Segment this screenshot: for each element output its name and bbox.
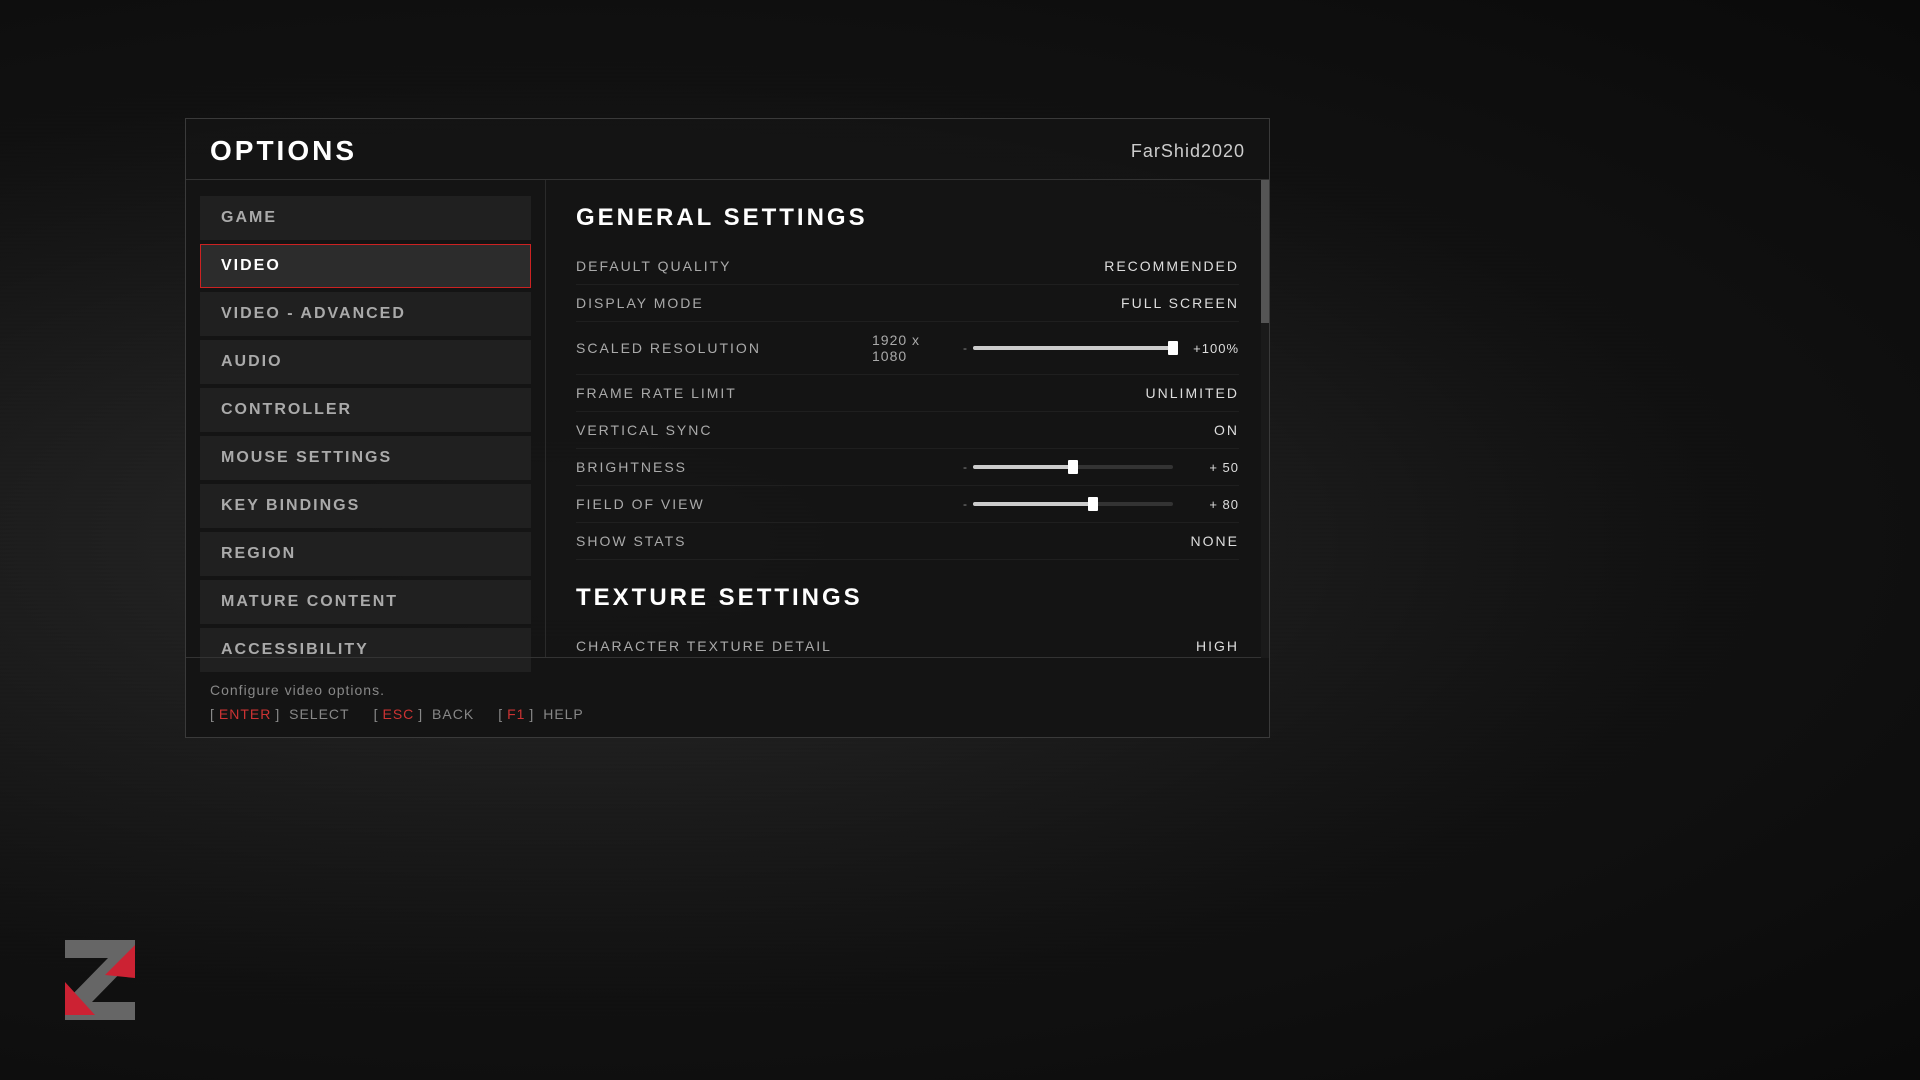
- footer-key-enter: [ENTER] SELECT: [210, 706, 350, 722]
- setting-label-show-stats: SHOW STATS: [576, 533, 856, 549]
- panel-body: GAME VIDEO VIDEO - ADVANCED AUDIO CONTRO…: [186, 180, 1269, 658]
- bracket-close-esc: ]: [418, 706, 423, 722]
- bracket-close-f1: ]: [529, 706, 534, 722]
- slider-thumb-brightness[interactable]: [1068, 460, 1078, 474]
- panel-username: FarShid2020: [1131, 141, 1245, 162]
- bracket-open-esc: [: [374, 706, 379, 722]
- content-area: GENERAL SETTINGS DEFAULT QUALITY RECOMME…: [546, 180, 1269, 658]
- key-esc: ESC: [382, 706, 414, 722]
- panel-title: OPTIONS: [210, 135, 357, 167]
- section-title-texture: TEXTURE SETTINGS: [576, 584, 1239, 612]
- sidebar-item-mature-content[interactable]: MATURE CONTENT: [200, 580, 531, 624]
- slider-track-fov[interactable]: [973, 502, 1173, 506]
- setting-value-show-stats[interactable]: NONE: [1191, 533, 1239, 549]
- setting-value-frame-rate[interactable]: UNLIMITED: [1146, 385, 1239, 401]
- setting-label-frame-rate: FRAME RATE LIMIT: [576, 385, 856, 401]
- setting-label-scaled-resolution: SCALED RESOLUTION: [576, 340, 856, 356]
- slider-fill-brightness: [973, 465, 1073, 469]
- slider-track-brightness[interactable]: [973, 465, 1173, 469]
- slider-min-dash-brightness: -: [963, 460, 967, 474]
- options-panel: OPTIONS FarShid2020 GAME VIDEO VIDEO - A…: [185, 118, 1270, 738]
- logo: [50, 920, 170, 1040]
- footer-key-f1: [F1] HELP: [498, 706, 584, 722]
- bracket-close-enter: ]: [275, 706, 280, 722]
- setting-vertical-sync: VERTICAL SYNC ON: [576, 412, 1239, 449]
- key-action-enter: SELECT: [284, 706, 349, 722]
- setting-value-char-texture[interactable]: HIGH: [1196, 638, 1239, 654]
- sidebar-item-game[interactable]: GAME: [200, 196, 531, 240]
- sidebar: GAME VIDEO VIDEO - ADVANCED AUDIO CONTRO…: [186, 180, 546, 658]
- sidebar-item-controller[interactable]: CONTROLLER: [200, 388, 531, 432]
- setting-value-vertical-sync[interactable]: ON: [1214, 422, 1239, 438]
- sidebar-item-mouse-settings[interactable]: MOUSE SETTINGS: [200, 436, 531, 480]
- key-action-f1: HELP: [538, 706, 583, 722]
- setting-show-stats: SHOW STATS NONE: [576, 523, 1239, 560]
- slider-brightness[interactable]: - + 50: [963, 460, 1239, 475]
- scrollbar-thumb: [1261, 180, 1269, 323]
- slider-value-fov: + 80: [1179, 497, 1239, 512]
- setting-label-fov: FIELD OF VIEW: [576, 496, 856, 512]
- setting-label-default-quality: DEFAULT QUALITY: [576, 258, 856, 274]
- slider-fov[interactable]: - + 80: [963, 497, 1239, 512]
- setting-label-char-texture: CHARACTER TEXTURE DETAIL: [576, 638, 856, 654]
- content-scroll[interactable]: GENERAL SETTINGS DEFAULT QUALITY RECOMME…: [546, 180, 1269, 658]
- panel-header: OPTIONS FarShid2020: [186, 119, 1269, 180]
- setting-brightness: BRIGHTNESS - + 50: [576, 449, 1239, 486]
- setting-value-display-mode[interactable]: FULL SCREEN: [1121, 295, 1239, 311]
- setting-scaled-resolution: SCALED RESOLUTION 1920 x 1080 - +100%: [576, 322, 1239, 375]
- key-f1: F1: [507, 706, 525, 722]
- slider-fill-fov: [973, 502, 1093, 506]
- slider-thumb-resolution[interactable]: [1168, 341, 1178, 355]
- section-title-general: GENERAL SETTINGS: [576, 204, 1239, 232]
- footer-key-esc: [ESC] BACK: [374, 706, 475, 722]
- slider-scaled-resolution[interactable]: - +100%: [963, 341, 1239, 356]
- setting-default-quality: DEFAULT QUALITY RECOMMENDED: [576, 248, 1239, 285]
- key-action-esc: BACK: [427, 706, 474, 722]
- key-enter: ENTER: [219, 706, 271, 722]
- slider-value-brightness: + 50: [1179, 460, 1239, 475]
- panel-footer: Configure video options. [ENTER] SELECT …: [186, 657, 1269, 737]
- slider-fill-resolution: [973, 346, 1173, 350]
- slider-thumb-fov[interactable]: [1088, 497, 1098, 511]
- footer-hint: Configure video options.: [186, 674, 1269, 706]
- slider-value-resolution: +100%: [1179, 341, 1239, 356]
- sidebar-item-video[interactable]: VIDEO: [200, 244, 531, 288]
- setting-label-brightness: BRIGHTNESS: [576, 459, 856, 475]
- slider-track-resolution[interactable]: [973, 346, 1173, 350]
- scrollbar-indicator[interactable]: [1261, 180, 1269, 658]
- setting-label-vertical-sync: VERTICAL SYNC: [576, 422, 856, 438]
- sidebar-item-audio[interactable]: AUDIO: [200, 340, 531, 384]
- slider-min-dash: -: [963, 341, 967, 355]
- setting-resolution-value: 1920 x 1080: [872, 332, 947, 364]
- setting-value-default-quality[interactable]: RECOMMENDED: [1104, 258, 1239, 274]
- sidebar-item-key-bindings[interactable]: KEY BINDINGS: [200, 484, 531, 528]
- slider-min-dash-fov: -: [963, 497, 967, 511]
- setting-display-mode: DISPLAY MODE FULL SCREEN: [576, 285, 1239, 322]
- setting-label-display-mode: DISPLAY MODE: [576, 295, 856, 311]
- setting-fov: FIELD OF VIEW - + 80: [576, 486, 1239, 523]
- bracket-open-f1: [: [498, 706, 503, 722]
- bracket-open-enter: [: [210, 706, 215, 722]
- footer-controls: [ENTER] SELECT [ESC] BACK [F1] HELP: [186, 706, 1269, 722]
- setting-char-texture: CHARACTER TEXTURE DETAIL HIGH: [576, 628, 1239, 658]
- sidebar-item-region[interactable]: REGION: [200, 532, 531, 576]
- setting-frame-rate: FRAME RATE LIMIT UNLIMITED: [576, 375, 1239, 412]
- sidebar-item-video-advanced[interactable]: VIDEO - ADVANCED: [200, 292, 531, 336]
